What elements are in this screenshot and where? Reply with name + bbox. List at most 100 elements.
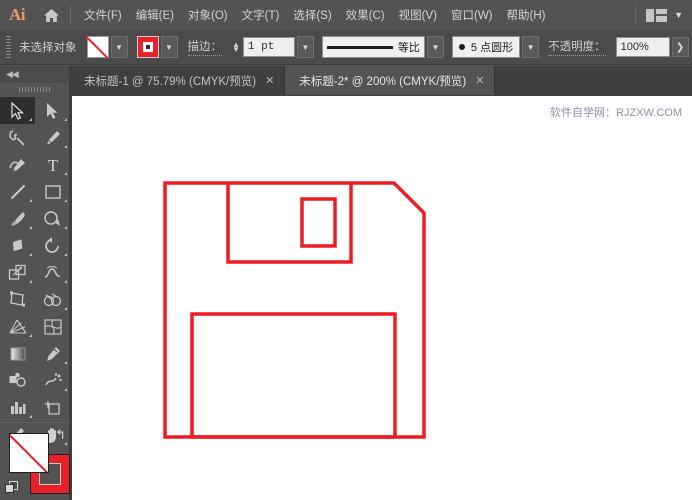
floppy-shutter-path[interactable] — [300, 197, 337, 248]
rectangle-tool[interactable] — [35, 178, 70, 205]
tool-flyout-marker — [64, 172, 67, 175]
canvas-area[interactable]: 软件自学网：RJZXW.COM — [70, 95, 692, 500]
tool-flyout-marker — [64, 361, 67, 364]
default-fill-stroke-icon[interactable] — [5, 481, 19, 495]
shaper-tool[interactable] — [35, 205, 70, 232]
menu-divider — [70, 6, 71, 24]
document-tab-2-label: 未标题-2* @ 200% (CMYK/预览) — [299, 75, 467, 88]
width-tool[interactable] — [35, 259, 70, 286]
close-icon[interactable]: ✕ — [475, 74, 484, 87]
brush-definition-select[interactable]: 5 点圆形 — [451, 36, 521, 58]
tool-flyout-marker — [64, 307, 67, 310]
symbol-sprayer-tool[interactable] — [35, 367, 70, 394]
selection-status: 未选择对象 — [19, 42, 77, 54]
opacity-label[interactable]: 不透明度： — [548, 38, 606, 56]
toolbar-fill-swatch[interactable] — [9, 433, 49, 473]
artboard[interactable]: 软件自学网：RJZXW.COM — [72, 96, 692, 500]
floppy-label-top-path[interactable] — [226, 183, 353, 264]
tab-bar-filler — [495, 66, 692, 95]
mesh-tool[interactable] — [35, 313, 70, 340]
perspective-grid-tool[interactable] — [0, 313, 35, 340]
menu-item-object[interactable]: 对象(O) — [181, 3, 235, 27]
document-tab-1[interactable]: 未标题-1 @ 75.79% (CMYK/预览) ✕ — [70, 66, 286, 95]
fill-swatch[interactable] — [86, 36, 109, 58]
selection-tool[interactable] — [0, 97, 35, 124]
menu-divider-2 — [635, 6, 637, 24]
workspace-switcher[interactable]: ▼ — [635, 6, 692, 24]
document-tab-1-label: 未标题-1 @ 75.79% (CMYK/预览) — [84, 75, 257, 88]
direct-selection-tool[interactable] — [35, 97, 70, 124]
tool-flyout-marker — [29, 334, 32, 337]
line-segment-tool[interactable] — [0, 178, 35, 205]
scale-tool[interactable] — [0, 259, 35, 286]
shape-builder-tool[interactable] — [35, 286, 70, 313]
menu-item-window[interactable]: 窗口(W) — [444, 3, 500, 27]
stroke-profile-select[interactable]: 等比 — [321, 36, 425, 58]
stroke-profile-dropdown[interactable]: ▼ — [426, 36, 444, 58]
tool-flyout-marker — [64, 253, 67, 256]
stroke-weight-dropdown[interactable]: ▼ — [296, 36, 314, 58]
illustrator-window: Ai 文件(F) 编辑(E) 对象(O) 文字(T) 选择(S) 效果(C) 视… — [0, 0, 692, 500]
tool-flyout-marker — [29, 118, 32, 121]
tool-flyout-marker — [64, 280, 67, 283]
tools-grid: T — [0, 95, 69, 475]
stroke-weight-input[interactable]: 1 pt — [242, 37, 295, 57]
opacity-input[interactable]: 100% — [615, 37, 670, 57]
eraser-tool[interactable] — [0, 232, 35, 259]
close-icon[interactable]: ✕ — [265, 74, 274, 87]
workspace-layout-icon — [646, 8, 668, 22]
tool-flyout-marker — [29, 415, 32, 418]
tool-flyout-marker — [64, 118, 67, 121]
tools-panel: ◀◀ T ↰ — [0, 66, 70, 500]
brush-definition-label: 5 点圆形 — [470, 42, 514, 54]
paintbrush-tool[interactable] — [0, 205, 35, 232]
svg-text:T: T — [47, 156, 58, 174]
menu-item-help[interactable]: 帮助(H) — [500, 3, 553, 27]
tool-flyout-marker — [64, 199, 67, 202]
tool-flyout-marker — [29, 253, 32, 256]
menu-item-file[interactable]: 文件(F) — [77, 3, 129, 27]
brush-definition-dropdown[interactable]: ▼ — [522, 36, 540, 58]
stroke-swatch[interactable] — [136, 36, 159, 58]
menu-item-view[interactable]: 视图(V) — [392, 3, 444, 27]
chevron-down-icon[interactable]: ▼ — [674, 10, 683, 20]
magic-wand-tool[interactable] — [0, 124, 35, 151]
control-bar: 未选择对象 ▼ ▼ 描边： ▲ ▼ 1 pt ▼ 等比 ▼ 5 点圆形 ▼ 不透明… — [0, 30, 692, 65]
app-logo: Ai — [9, 5, 26, 24]
menu-item-edit[interactable]: 编辑(E) — [129, 3, 181, 27]
artboard-tool[interactable] — [35, 394, 70, 421]
floppy-label-bottom-path[interactable] — [190, 312, 397, 439]
stroke-dropdown[interactable]: ▼ — [160, 36, 178, 58]
tool-flyout-marker — [29, 226, 32, 229]
tools-panel-grip[interactable] — [0, 83, 69, 95]
stroke-weight-stepper[interactable]: ▲ ▼ — [232, 41, 240, 54]
free-transform-tool[interactable] — [0, 286, 35, 313]
menu-item-select[interactable]: 选择(S) — [286, 3, 338, 27]
menu-item-type[interactable]: 文字(T) — [235, 3, 287, 27]
menu-items: 文件(F) 编辑(E) 对象(O) 文字(T) 选择(S) 效果(C) 视图(V… — [77, 3, 552, 27]
blend-tool[interactable] — [0, 367, 35, 394]
curvature-tool[interactable] — [0, 151, 35, 178]
control-bar-grip[interactable] — [4, 36, 13, 58]
home-icon[interactable] — [34, 0, 68, 30]
double-chevron-left-icon[interactable]: ◀◀ — [6, 69, 19, 80]
gradient-tool[interactable] — [0, 340, 35, 367]
floppy-body-path[interactable] — [163, 181, 426, 439]
tool-flyout-marker — [64, 145, 67, 148]
type-tool[interactable]: T — [35, 151, 70, 178]
tools-panel-header[interactable]: ◀◀ — [0, 66, 69, 83]
column-graph-tool[interactable] — [0, 394, 35, 421]
menu-item-effect[interactable]: 效果(C) — [339, 3, 392, 27]
brush-preview-icon — [458, 44, 465, 50]
pen-tool[interactable] — [35, 124, 70, 151]
document-tab-bar: 未标题-1 @ 75.79% (CMYK/预览) ✕ 未标题-2* @ 200%… — [0, 66, 692, 95]
tool-flyout-marker — [64, 388, 67, 391]
stroke-weight-label[interactable]: 描边： — [187, 38, 222, 56]
floppy-disk-artwork[interactable] — [72, 96, 692, 500]
control-bar-overflow-button[interactable]: ❯ — [671, 37, 689, 57]
eyedropper-tool[interactable] — [35, 340, 70, 367]
swap-fill-stroke-icon[interactable]: ↰ — [55, 427, 66, 443]
document-tab-2[interactable]: 未标题-2* @ 200% (CMYK/预览) ✕ — [285, 66, 496, 95]
rotate-tool[interactable] — [35, 232, 70, 259]
fill-dropdown[interactable]: ▼ — [110, 36, 128, 58]
